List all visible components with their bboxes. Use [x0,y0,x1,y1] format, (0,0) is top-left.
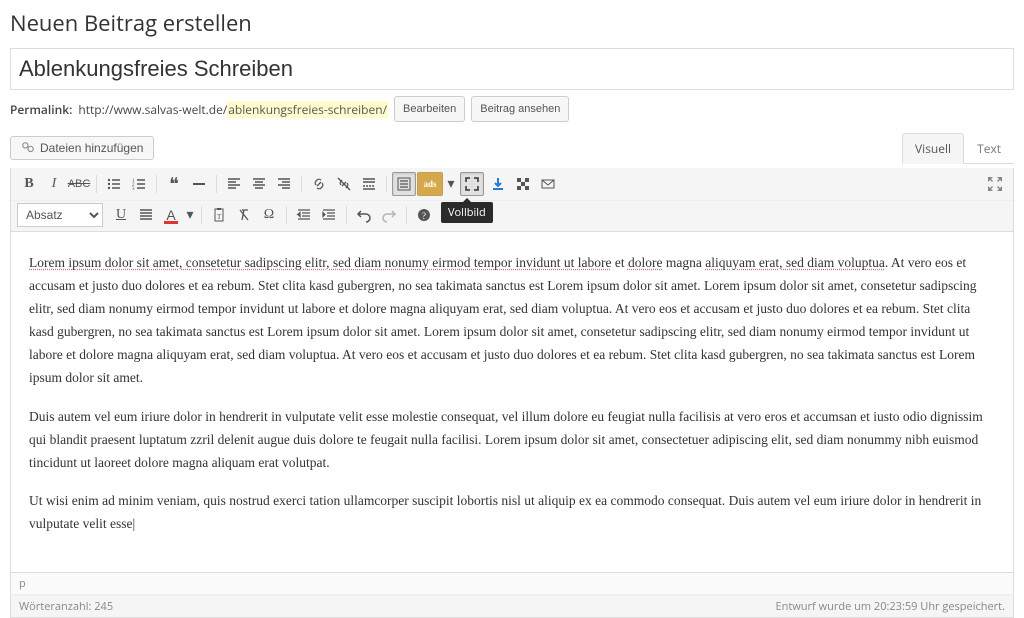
clear-formatting-button[interactable] [232,203,256,227]
word-count: Wörteranzahl: 245 [19,599,113,614]
spell-error[interactable]: Lorem ipsum dolor sit amet, consetetur s… [29,255,611,270]
page-heading: Neuen Beitrag erstellen [10,8,1014,38]
save-status: Entwurf wurde um 20:23:59 Uhr gespeicher… [776,599,1006,614]
paragraph[interactable]: Ut wisi enim ad minim veniam, quis nostr… [29,490,995,536]
help-button[interactable]: ? [412,203,436,227]
permalink-label: Permalink: [10,101,72,118]
add-media-button[interactable]: Dateien hinzufügen [10,136,154,160]
text-color-dropdown[interactable]: ▾ [184,203,196,227]
paragraph[interactable]: Duis autem vel eum iriure dolor in hendr… [29,406,995,475]
permalink-row: Permalink: http://www.salvas-welt.de/abl… [10,96,1014,122]
tab-visual[interactable]: Visuell [902,133,964,164]
media-icon [21,141,35,155]
editor-toolbar: B I ABC 123 ❝ [10,168,1014,232]
expand-editor-button[interactable] [983,172,1007,196]
align-justify-button[interactable] [134,203,158,227]
link-button[interactable] [307,172,331,196]
tab-text[interactable]: Text [964,133,1014,164]
undo-button[interactable] [352,203,376,227]
mail-button[interactable] [536,172,560,196]
spell-error[interactable]: dolore [628,255,663,270]
post-title-input[interactable] [10,48,1014,90]
bold-button[interactable]: B [17,172,41,196]
view-post-button[interactable]: Beitrag ansehen [471,96,569,122]
numbered-list-button[interactable]: 123 [127,172,151,196]
align-center-button[interactable] [247,172,271,196]
horizontal-rule-button[interactable] [187,172,211,196]
download-button[interactable] [486,172,510,196]
svg-text:3: 3 [132,187,135,192]
fullscreen-button[interactable] [460,172,484,196]
special-character-button[interactable]: Ω [257,203,281,227]
redo-button[interactable] [377,203,401,227]
insert-more-button[interactable] [357,172,381,196]
svg-text:T: T [217,213,222,221]
align-right-button[interactable] [272,172,296,196]
kitchen-sink-button[interactable] [392,172,416,196]
bulleted-list-button[interactable] [102,172,126,196]
paragraph[interactable]: Lorem ipsum dolor sit amet, consetetur s… [29,252,995,390]
permalink-base[interactable]: http://www.salvas-welt.de/ [78,101,227,118]
spell-error[interactable]: aliquyam erat, sed diam voluptua [705,255,885,270]
add-media-label: Dateien hinzufügen [40,141,143,155]
text-cursor [132,516,135,531]
permalink-slug[interactable]: ablenkungsfreies-schreiben/ [227,101,388,118]
paragraph-format-select[interactable]: Absatz [17,203,103,227]
element-path[interactable]: p [10,573,1014,595]
italic-button[interactable]: I [42,172,66,196]
checkerboard-button[interactable] [511,172,535,196]
unlink-button[interactable] [332,172,356,196]
ads-button[interactable]: ads [417,172,443,196]
blockquote-button[interactable]: ❝ [162,172,186,196]
ads-dropdown[interactable]: ▾ [444,172,458,196]
paste-text-button[interactable]: T [207,203,231,227]
strikethrough-button[interactable]: ABC [67,172,91,196]
svg-text:?: ? [422,211,426,221]
indent-button[interactable] [317,203,341,227]
editor-content[interactable]: Lorem ipsum dolor sit amet, consetetur s… [10,232,1014,573]
underline-button[interactable]: U [109,203,133,227]
outdent-button[interactable] [292,203,316,227]
align-left-button[interactable] [222,172,246,196]
edit-permalink-button[interactable]: Bearbeiten [394,96,465,122]
text-color-button[interactable]: A [159,203,183,227]
fullscreen-tooltip: Vollbild [441,202,493,223]
